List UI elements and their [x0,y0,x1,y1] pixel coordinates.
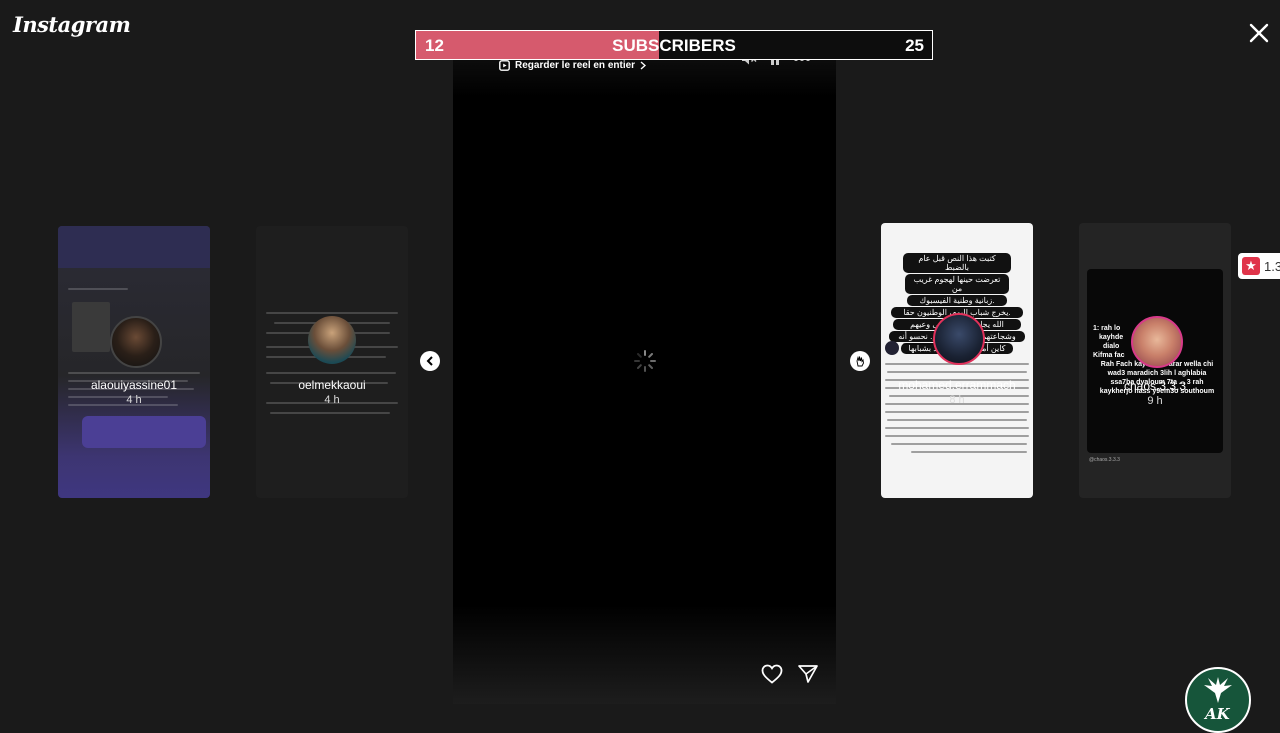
story-time: 4 h [324,394,340,406]
story-time: 4 h [126,394,142,406]
post-author-avatar [885,341,899,355]
reel-icon [499,60,510,71]
story-card-chaos-3-3-3[interactable]: 1: rah lo kayhde dialo Kifma fac Rah Fac… [1079,223,1231,498]
close-icon[interactable] [1246,20,1272,46]
send-icon[interactable] [797,664,819,684]
story-username: chaos.3.3.3 [1123,379,1187,393]
watch-full-reel-link[interactable]: Regarder le reel en entier [499,60,647,71]
text-line [266,372,396,374]
quote-line: تعرضت حينها لهجوم غريب من [905,274,1009,294]
story-card-mohamed-errammach[interactable]: كتبت هذا النص قبل عام بالضبط تعرضت حينها… [881,223,1033,498]
story-time: 9 h [1147,395,1163,407]
subscriber-counter-overlay: 12 SUBSCRIBERS 25 [415,30,933,60]
instagram-logo[interactable]: Instagram [13,12,131,37]
previous-story-button[interactable] [420,351,440,371]
next-story-button[interactable] [850,351,870,371]
chevron-right-icon [640,61,647,70]
story-username: oelmekkaoui [298,378,366,392]
star-icon: ★ [1242,257,1260,275]
card-header-strip [58,226,210,268]
subscriber-goal-count: 25 [905,36,924,55]
channel-logo-text: AK [1205,705,1230,723]
text-line [270,412,390,414]
text-line [903,343,933,345]
avatar [933,313,985,365]
hand-pointer-icon [856,355,864,367]
story-actions [761,664,819,684]
avatar [1131,316,1183,368]
story-card-alaouiyassine01[interactable]: alaouiyassine01 4 h [58,226,210,498]
avatar [110,316,162,368]
text-line [887,419,1027,421]
watch-full-reel-label: Regarder le reel en entier [515,60,636,71]
quote-line: زبانية وطنية الفيسبوك. [907,295,1007,306]
avatar [308,316,356,364]
story-time: 8 h [949,394,965,406]
quote-line: كتبت هذا النص قبل عام بالضبط [903,253,1011,273]
text-line [891,443,1027,445]
text-line [885,427,1029,429]
text-line [266,312,398,314]
channel-logo: AK [1185,667,1251,733]
text-line [885,435,1029,437]
card-thumbnail [72,302,110,352]
card-handle: @chaos.3.3.3 [1089,457,1120,463]
text-line [68,288,128,290]
message-bubble [82,416,206,448]
rating-badge-text: 1.3 [1264,258,1280,274]
story-username: alaouiyassine01 [90,378,178,392]
text-line: wad3 maradich 3lih l aghlabia [1107,370,1207,377]
chevron-left-icon [426,356,433,366]
story-username: mohamed.errammach [898,378,1016,392]
loading-spinner-icon [634,350,656,372]
text-line [68,372,200,374]
subscriber-label: SUBSCRIBERS [612,36,736,55]
text-line [885,411,1029,413]
rating-badge[interactable]: ★ 1.3 [1238,253,1280,279]
heart-icon[interactable] [761,664,783,684]
story-viewer[interactable]: Regarder le reel en entier [453,44,836,704]
eagle-icon [1204,677,1232,703]
story-card-oelmekkaoui[interactable]: oelmekkaoui 4 h [256,226,408,498]
text-line [887,371,1027,373]
text-line [911,451,1027,453]
